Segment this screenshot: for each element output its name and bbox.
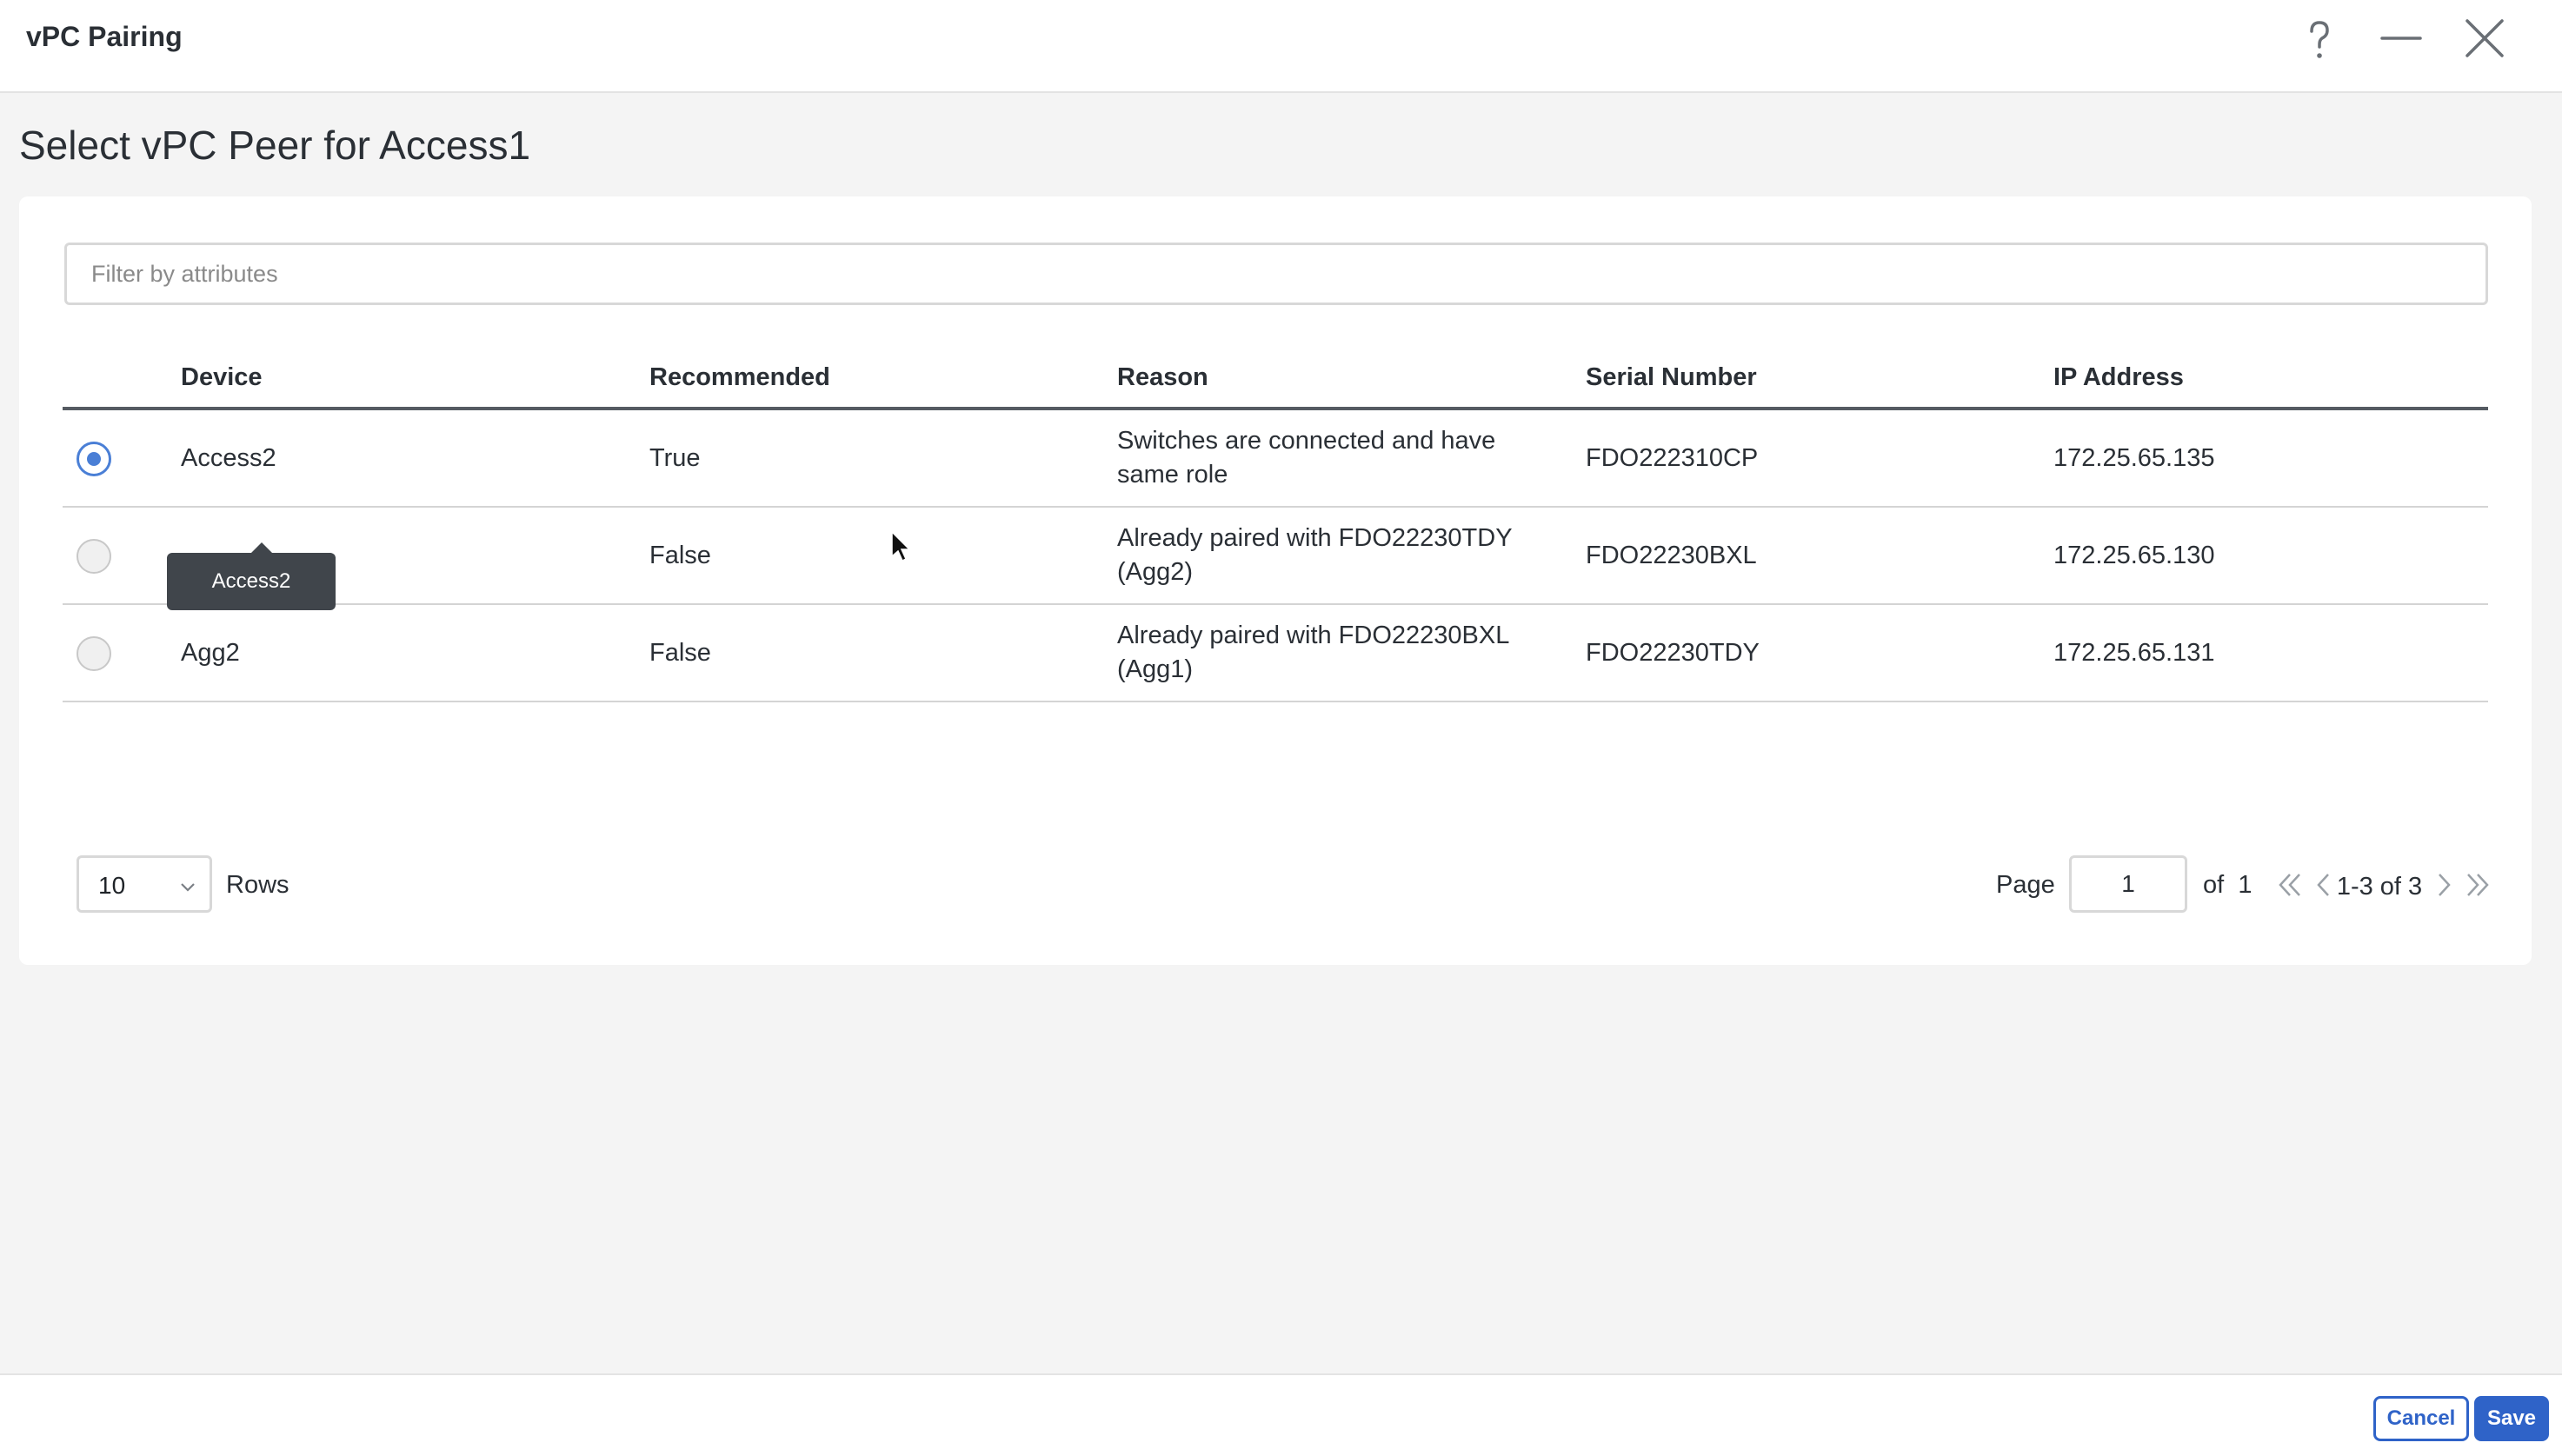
table-row[interactable]: False Already paired with FDO22230TDY (A… [63,508,2488,605]
reason-cell: Already paired with FDO22230TDY (Agg2) [1117,522,1552,589]
recommended-cell: False [649,542,711,569]
filter-input[interactable] [64,243,2488,305]
close-icon[interactable] [2460,16,2509,64]
ip-address-cell: 172.25.65.130 [2053,542,2215,569]
next-page-icon[interactable] [2427,868,2462,902]
page-label: Page [1996,871,2055,899]
cancel-button[interactable]: Cancel [2373,1396,2469,1441]
ip-address-cell: 172.25.65.135 [2053,444,2215,472]
recommended-cell: True [649,444,701,472]
reason-line: Switches are connected and have [1117,427,1496,455]
column-header-serial-number[interactable]: Serial Number [1586,363,1757,392]
save-button[interactable]: Save [2474,1396,2549,1441]
of-label: of [2203,871,2225,899]
column-header-recommended[interactable]: Recommended [649,363,830,392]
help-icon[interactable] [2295,16,2344,64]
window-title: vPC Pairing [26,21,183,52]
peer-selection-card: Device Recommended Reason Serial Number … [19,196,2532,965]
column-header-device[interactable]: Device [181,363,263,392]
reason-cell: Already paired with FDO22230BXL (Agg1) [1117,619,1552,687]
minimize-icon[interactable] [2377,16,2426,64]
table-row[interactable]: Agg2 False Already paired with FDO22230B… [63,605,2488,702]
page-count-label: of 1 [2203,871,2252,900]
recommended-cell: False [649,639,711,667]
reason-line: (Agg1) [1117,655,1194,683]
device-tooltip: Access2 [167,542,336,610]
rows-per-page-value: 10 [98,872,126,899]
serial-number-cell: FDO222310CP [1586,444,1759,472]
serial-number-cell: FDO22230BXL [1586,542,1757,569]
range-label: 1-3 of 3 [2336,873,2423,901]
device-cell: Agg2 [181,639,240,667]
row-radio-button[interactable] [77,539,111,574]
devices-table: Device Recommended Reason Serial Number … [63,336,2488,702]
rows-label: Rows [226,871,289,899]
column-header-ip-address[interactable]: IP Address [2053,363,2184,392]
page-title: Select vPC Peer for Access1 [19,123,531,168]
reason-cell: Switches are connected and have same rol… [1117,424,1552,492]
chevron-down-icon [178,877,197,896]
reason-line: Already paired with FDO22230TDY [1117,524,1513,552]
total-pages: 1 [2238,871,2253,899]
table-header: Device Recommended Reason Serial Number … [63,336,2488,410]
dialog-footer: Cancel Save [0,1373,2562,1456]
rows-per-page-select[interactable]: 10 [77,855,212,913]
title-bar: vPC Pairing [0,0,2562,93]
mouse-pointer-icon [890,530,913,563]
row-radio-button[interactable] [77,636,111,671]
reason-line: (Agg2) [1117,558,1194,586]
first-page-icon[interactable] [2273,868,2307,902]
row-radio-button[interactable] [77,442,111,476]
column-header-reason[interactable]: Reason [1117,363,1208,392]
reason-line: Already paired with FDO22230BXL [1117,622,1510,649]
reason-line: same role [1117,461,1228,489]
ip-address-cell: 172.25.65.131 [2053,639,2215,667]
table-row[interactable]: Access2 True Switches are connected and … [63,410,2488,508]
device-cell: Access2 [181,444,276,472]
serial-number-cell: FDO22230TDY [1586,639,1760,667]
last-page-icon[interactable] [2460,868,2495,902]
page-number-input[interactable] [2069,855,2187,913]
